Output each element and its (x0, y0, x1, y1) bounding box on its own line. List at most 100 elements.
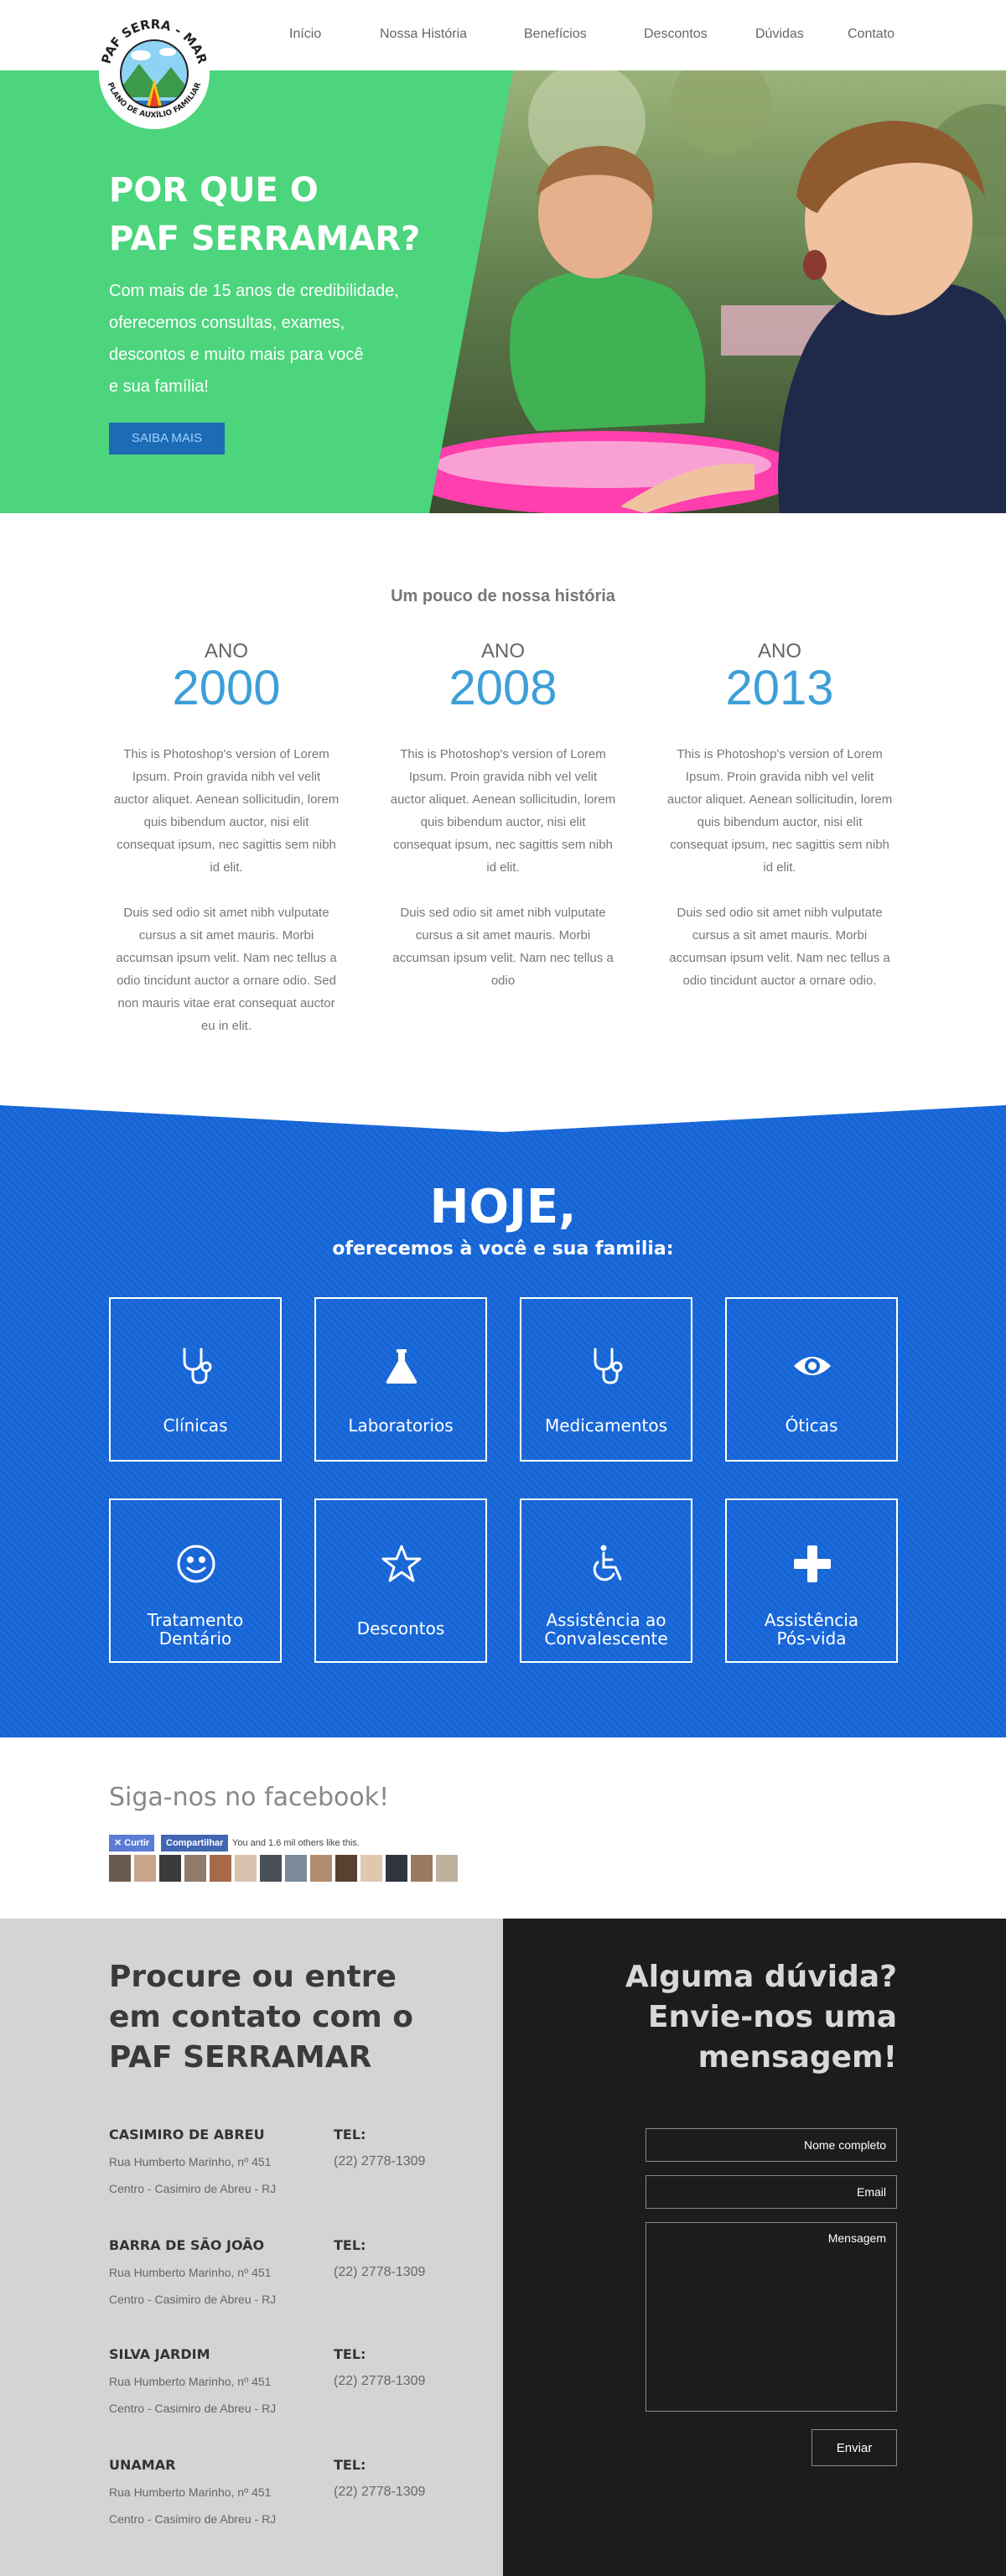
year-paragraph: Duis sed odio sit amet nibh vulputate cu… (116, 906, 337, 1033)
service-card-descontos[interactable]: Descontos (314, 1498, 487, 1663)
office-city: Centro - Casimiro de Abreu - RJ (109, 2512, 277, 2526)
facebook-friend-avatar[interactable] (184, 1855, 206, 1882)
facebook-friend-avatar[interactable] (159, 1855, 181, 1882)
office-city: Centro - Casimiro de Abreu - RJ (109, 2293, 277, 2306)
service-label: Medicamentos (544, 1415, 668, 1436)
services-subtitle: oferecemos à você e sua familia: (332, 1239, 674, 1259)
facebook-friend-avatar[interactable] (134, 1855, 156, 1882)
facebook-friend-avatar[interactable] (436, 1855, 458, 1882)
saiba-mais-button[interactable]: SAIBA MAIS (109, 423, 225, 454)
message-textarea[interactable] (646, 2222, 897, 2412)
office-tel-label: TEL: (334, 2457, 366, 2473)
office-name: SILVA JARDIM (109, 2346, 210, 2362)
year-label: ANO (204, 640, 248, 662)
facebook-share-button[interactable]: Compartilhar (161, 1835, 229, 1852)
office-tel[interactable]: (22) 2778-1309 (334, 2374, 425, 2389)
office-city: Centro - Casimiro de Abreu - RJ (109, 2182, 277, 2195)
nav-beneficios[interactable]: Benefícios (524, 27, 587, 42)
service-label: Tratamento (147, 1610, 244, 1630)
office-tel-label: TEL: (334, 2127, 366, 2142)
form-title-line: mensagem! (697, 2040, 897, 2075)
facebook-friend-avatar[interactable] (210, 1855, 231, 1882)
office-tel[interactable]: (22) 2778-1309 (334, 2485, 425, 2500)
hero-section: POR QUE O PAF SERRAMAR? Com mais de 15 a… (0, 70, 1006, 513)
service-label: Óticas (785, 1415, 838, 1436)
smiley-icon (177, 1545, 215, 1583)
office-address: Rua Humberto Marinho, nº 451 (109, 2155, 272, 2168)
contact-form-panel: Alguma dúvida? Envie-nos uma mensagem! E… (503, 1919, 1006, 2576)
year-number: 2000 (172, 661, 281, 715)
facebook-friend-avatar[interactable] (386, 1855, 407, 1882)
service-card-clinicas[interactable]: Clínicas (109, 1297, 282, 1462)
year-paragraph: This is Photoshop's version of Lorem Ips… (666, 747, 893, 875)
service-label: Dentário (158, 1628, 232, 1649)
eye-icon (794, 1357, 831, 1375)
year-label: ANO (757, 640, 801, 662)
facebook-like-count: You and 1.6 mil others like this. (232, 1838, 360, 1848)
service-label: Assistência ao (546, 1610, 666, 1630)
paf-serramar-logo[interactable]: PAF SERRA - MAR PLANO DE AUXÍLIO FAMILIA… (97, 17, 211, 131)
contact-title-line: Procure ou entre (109, 1960, 397, 1994)
office-address: Rua Humberto Marinho, nº 451 (109, 2375, 272, 2388)
service-card-assistencia-pos-vida[interactable]: Assistência Pós-vida (725, 1498, 898, 1663)
facebook-friend-avatar[interactable] (360, 1855, 382, 1882)
history-title: Um pouco de nossa história (391, 587, 615, 605)
stethoscope-icon (594, 1348, 623, 1384)
nav-inicio[interactable]: Início (289, 27, 321, 42)
office-tel[interactable]: (22) 2778-1309 (334, 2154, 425, 2169)
service-card-oticas[interactable]: Óticas (725, 1297, 898, 1462)
office-tel-label: TEL: (334, 2237, 366, 2253)
year-paragraph: This is Photoshop's version of Lorem Ips… (390, 747, 616, 875)
wheelchair-icon (593, 1545, 622, 1581)
office-address: Rua Humberto Marinho, nº 451 (109, 2266, 272, 2279)
facebook-title: Siga-nos no facebook! (109, 1783, 390, 1812)
facebook-friend-avatar[interactable] (109, 1855, 131, 1882)
facebook-friend-avatar[interactable] (235, 1855, 257, 1882)
facebook-friend-avatar[interactable] (310, 1855, 332, 1882)
service-card-laboratorios[interactable]: Laboratorios (314, 1297, 487, 1462)
nav-descontos[interactable]: Descontos (644, 27, 708, 42)
stethoscope-icon (183, 1348, 212, 1384)
hero-subtitle-line: oferecemos consultas, exames, (109, 314, 345, 332)
facebook-friend-avatar[interactable] (285, 1855, 307, 1882)
nav-duvidas[interactable]: Dúvidas (755, 27, 804, 42)
office-tel[interactable]: (22) 2778-1309 (334, 2265, 425, 2280)
service-label: Descontos (356, 1618, 445, 1639)
service-card-medicamentos[interactable]: Medicamentos (520, 1297, 692, 1462)
facebook-friend-avatar[interactable] (335, 1855, 357, 1882)
nav-nossa-historia[interactable]: Nossa História (380, 27, 467, 42)
email-input[interactable] (646, 2175, 897, 2209)
hero-title-line: PAF SERRAMAR? (109, 220, 421, 258)
star-icon (381, 1545, 422, 1582)
year-number: 2008 (449, 661, 557, 715)
year-column: ANO 2008 This is Photoshop's version of … (390, 641, 616, 992)
facebook-like-button[interactable]: ✕ Curtir (109, 1835, 155, 1852)
office-city: Centro - Casimiro de Abreu - RJ (109, 2402, 277, 2415)
send-button[interactable]: Enviar (812, 2429, 897, 2466)
hero-subtitle-line: descontos e muito mais para você (109, 345, 364, 364)
contact-form-title: Alguma dúvida? Envie-nos uma mensagem! (545, 1957, 897, 2078)
nav-contato[interactable]: Contato (848, 27, 895, 42)
facebook-friend-avatar[interactable] (411, 1855, 433, 1882)
facebook-section: Siga-nos no facebook! ✕ Curtir Compartil… (0, 1737, 1006, 1919)
hero-title-line: POR QUE O (109, 171, 319, 210)
history-section: Um pouco de nossa história ANO 2000 This… (0, 513, 1006, 1104)
hero-subtitle-line: e sua família! (109, 377, 209, 396)
service-card-assistencia-convalescente[interactable]: Assistência ao Convalescente (520, 1498, 692, 1663)
flask-icon (386, 1349, 417, 1384)
service-label: Laboratorios (348, 1415, 454, 1436)
office-tel-label: TEL: (334, 2346, 366, 2362)
section-divider (0, 1104, 1006, 1132)
year-number: 2013 (725, 661, 834, 715)
name-input[interactable] (646, 2128, 897, 2162)
form-title-line: Alguma dúvida? (625, 1960, 897, 1994)
hero-subtitle: Com mais de 15 anos de credibilidade, of… (109, 275, 478, 402)
services-title: HOJE, (429, 1180, 577, 1234)
facebook-friend-avatar[interactable] (260, 1855, 282, 1882)
service-label: Assistência (764, 1610, 859, 1630)
year-column: ANO 2013 This is Photoshop's version of … (666, 641, 893, 992)
contact-title-line: PAF SERRAMAR (109, 2040, 372, 2075)
service-card-tratamento-dentario[interactable]: Tratamento Dentário (109, 1498, 282, 1663)
plus-icon (794, 1545, 831, 1582)
hero-title: POR QUE O PAF SERRAMAR? (109, 166, 461, 263)
